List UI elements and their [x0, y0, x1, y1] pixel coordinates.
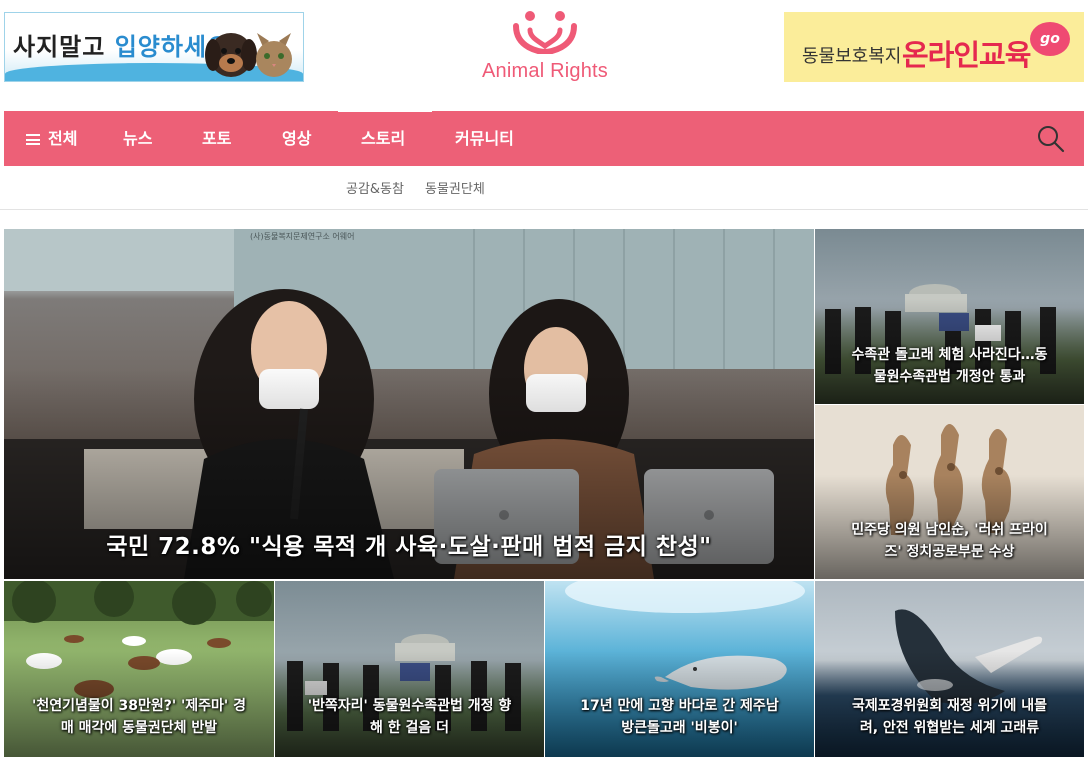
- site-header: 사지말고 입양하세요 Animal Rights 동물보호복지 온라인교육 go: [0, 0, 1088, 110]
- side-article-1-title-line1: 수족관 돌고래 체험 사라진다…동: [851, 347, 1048, 363]
- adopt-banner[interactable]: 사지말고 입양하세요: [4, 12, 304, 82]
- logo-heart-icon: [513, 11, 577, 56]
- nav-item-news[interactable]: 뉴스: [123, 111, 152, 166]
- featured-backdrop-text: (사)동물복지문제연구소 어웨어: [250, 232, 355, 241]
- bottom-article-4-title-line1: 국제포경위원회 재정 위기에 내몰: [852, 698, 1047, 714]
- side-article-1-title: 수족관 돌고래 체험 사라진다…동 물원수족관법 개정안 통과: [815, 344, 1084, 388]
- search-icon[interactable]: [1036, 124, 1066, 154]
- bottom-article-4-title: 국제포경위원회 재정 위기에 내몰 려, 안전 위협받는 세계 고래류: [815, 695, 1084, 739]
- side-article-2-title-line1: 민주당 의원 남인순, '러쉬 프라이: [851, 522, 1048, 538]
- bottom-article-3-title-line2: 방큰돌고래 '비봉이': [621, 720, 738, 736]
- subnav-item-sympathy[interactable]: 공감&동참: [346, 178, 404, 197]
- side-article-2[interactable]: 민주당 의원 남인순, '러쉬 프라이 즈' 정치공로부문 수상: [815, 405, 1084, 579]
- bottom-article-4-title-line2: 려, 안전 위협받는 세계 고래류: [859, 720, 1040, 736]
- side-article-2-title-line2: 즈' 정치공로부문 수상: [884, 544, 1015, 560]
- nav-item-video[interactable]: 영상: [282, 111, 311, 166]
- education-banner-text-2: 온라인교육: [902, 38, 1031, 72]
- bottom-article-1-title-line2: 매 매각에 동물권단체 반발: [60, 720, 218, 736]
- bottom-article-3-title-line1: 17년 만에 고향 바다로 간 제주남: [580, 698, 779, 714]
- nav-item-photo[interactable]: 포토: [202, 111, 231, 166]
- bottom-article-4[interactable]: 국제포경위원회 재정 위기에 내몰 려, 안전 위협받는 세계 고래류: [815, 581, 1084, 757]
- featured-article[interactable]: (사)동물복지문제연구소 어웨어 국민 72.8% "식용 목적 개 사육·도살…: [4, 229, 814, 579]
- bottom-article-3[interactable]: 17년 만에 고향 바다로 간 제주남 방큰돌고래 '비봉이': [545, 581, 814, 757]
- go-bubble-badge: go: [1030, 22, 1070, 56]
- logo-text: Animal Rights: [482, 60, 608, 82]
- featured-title: 국민 72.8% "식용 목적 개 사육·도살·판매 법적 금지 찬성": [106, 534, 712, 560]
- bottom-article-2[interactable]: '반쪽자리' 동물원수족관법 개정 향 해 한 걸음 더: [275, 581, 544, 757]
- bottom-article-2-title-line1: '반쪽자리' 동물원수족관법 개정 향: [307, 698, 512, 714]
- main-navigation: 전체 뉴스 포토 영상 스토리 커뮤니티: [4, 109, 1084, 166]
- side-article-1-title-line2: 물원수족관법 개정안 통과: [873, 369, 1026, 385]
- subnav-item-organizations[interactable]: 동물권단체: [425, 178, 485, 197]
- side-article-1[interactable]: 수족관 돌고래 체험 사라진다…동 물원수족관법 개정안 통과: [815, 229, 1084, 404]
- dog-cat-illustration: [205, 33, 292, 77]
- bottom-article-2-title-line2: 해 한 걸음 더: [369, 720, 450, 736]
- menu-icon: [26, 134, 40, 145]
- bottom-article-1[interactable]: '천연기념물이 38만원?' '제주마' 경 매 매각에 동물권단체 반발: [4, 581, 274, 757]
- site-logo[interactable]: Animal Rights: [478, 8, 612, 88]
- nav-item-all[interactable]: 전체: [26, 111, 77, 166]
- bottom-article-1-title: '천연기념물이 38만원?' '제주마' 경 매 매각에 동물권단체 반발: [4, 695, 274, 739]
- nav-item-community[interactable]: 커뮤니티: [455, 111, 514, 166]
- bottom-article-3-title: 17년 만에 고향 바다로 간 제주남 방큰돌고래 '비봉이': [545, 695, 814, 739]
- online-education-banner[interactable]: 동물보호복지 온라인교육 go: [784, 12, 1084, 82]
- sub-navigation: 공감&동참 동물권단체: [0, 166, 1088, 210]
- bottom-article-1-title-line1: '천연기념물이 38만원?' '제주마' 경: [32, 698, 246, 714]
- adopt-banner-text: 사지말고 입양하세요: [13, 33, 231, 61]
- side-article-2-title: 민주당 의원 남인순, '러쉬 프라이 즈' 정치공로부문 수상: [815, 519, 1084, 563]
- bottom-article-2-title: '반쪽자리' 동물원수족관법 개정 향 해 한 걸음 더: [275, 695, 544, 739]
- nav-item-story[interactable]: 스토리: [361, 111, 405, 166]
- education-banner-text-1: 동물보호복지: [802, 46, 902, 67]
